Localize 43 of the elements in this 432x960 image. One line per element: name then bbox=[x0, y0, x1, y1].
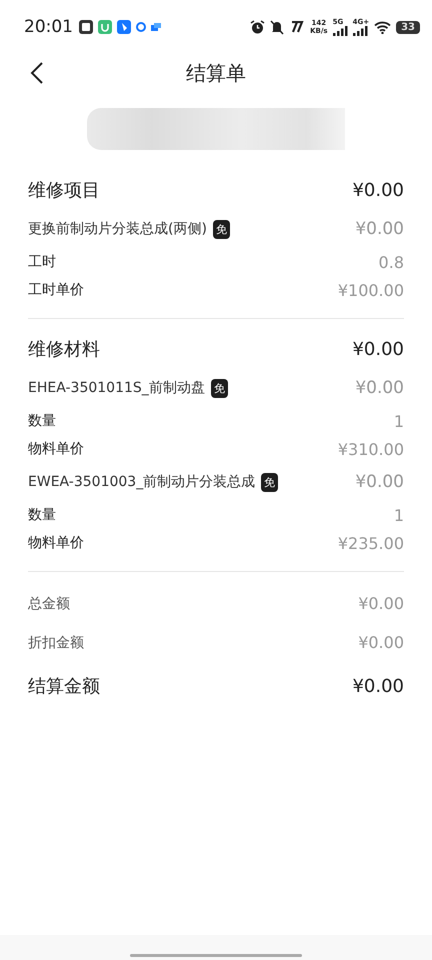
summary-label: 折扣金额 bbox=[28, 634, 84, 652]
page-title: 结算单 bbox=[186, 60, 246, 86]
app-icon bbox=[79, 20, 93, 34]
detail-value: 1 bbox=[394, 412, 404, 430]
detail-value: 0.8 bbox=[378, 252, 404, 272]
section-amount: ¥0.00 bbox=[352, 338, 404, 360]
total-value: ¥0.00 bbox=[352, 676, 404, 696]
back-icon[interactable] bbox=[30, 61, 44, 85]
detail-value: ¥100.00 bbox=[338, 280, 404, 300]
item-amount: ¥0.00 bbox=[355, 378, 404, 398]
item-name: EWEA-3501003_前制动片分装总成 bbox=[28, 473, 256, 491]
detail-label: 数量 bbox=[28, 506, 56, 524]
section-title: 维修材料 bbox=[28, 338, 100, 361]
item-amount: ¥0.00 bbox=[355, 472, 404, 492]
wifi-icon bbox=[374, 20, 392, 34]
detail-label: 工时 bbox=[28, 253, 56, 271]
mute-icon bbox=[270, 20, 284, 34]
section-amount: ¥0.00 bbox=[352, 180, 404, 200]
section-title: 维修项目 bbox=[28, 179, 100, 202]
detail-label: 工时单价 bbox=[28, 281, 84, 299]
signal-icon bbox=[332, 26, 348, 36]
app-icon bbox=[117, 20, 131, 34]
summary-value: ¥0.00 bbox=[358, 594, 404, 613]
summary-label: 总金额 bbox=[28, 594, 70, 612]
item-name: EHEA-3501011S_前制动盘 bbox=[28, 379, 205, 397]
detail-value: 1 bbox=[394, 506, 404, 524]
detail-label: 数量 bbox=[28, 412, 56, 430]
free-badge: 免 bbox=[261, 472, 278, 492]
free-badge: 免 bbox=[212, 220, 230, 238]
status-time: 20:01 bbox=[24, 17, 73, 37]
free-badge: 免 bbox=[210, 378, 228, 398]
item-amount: ¥0.00 bbox=[355, 219, 404, 239]
alarm-icon bbox=[250, 20, 266, 34]
detail-value: ¥310.00 bbox=[338, 440, 404, 458]
battery-indicator: 33 bbox=[396, 20, 420, 34]
item-name: 更换前制动片分装总成(两侧) bbox=[28, 220, 207, 238]
app-icon bbox=[98, 20, 112, 34]
total-label: 结算金额 bbox=[28, 675, 100, 698]
signal-icon bbox=[352, 26, 368, 36]
summary-value: ¥0.00 bbox=[358, 633, 404, 652]
detail-label: 物料单价 bbox=[28, 440, 84, 458]
detail-value: ¥235.00 bbox=[338, 534, 404, 552]
detail-label: 物料单价 bbox=[28, 534, 84, 552]
